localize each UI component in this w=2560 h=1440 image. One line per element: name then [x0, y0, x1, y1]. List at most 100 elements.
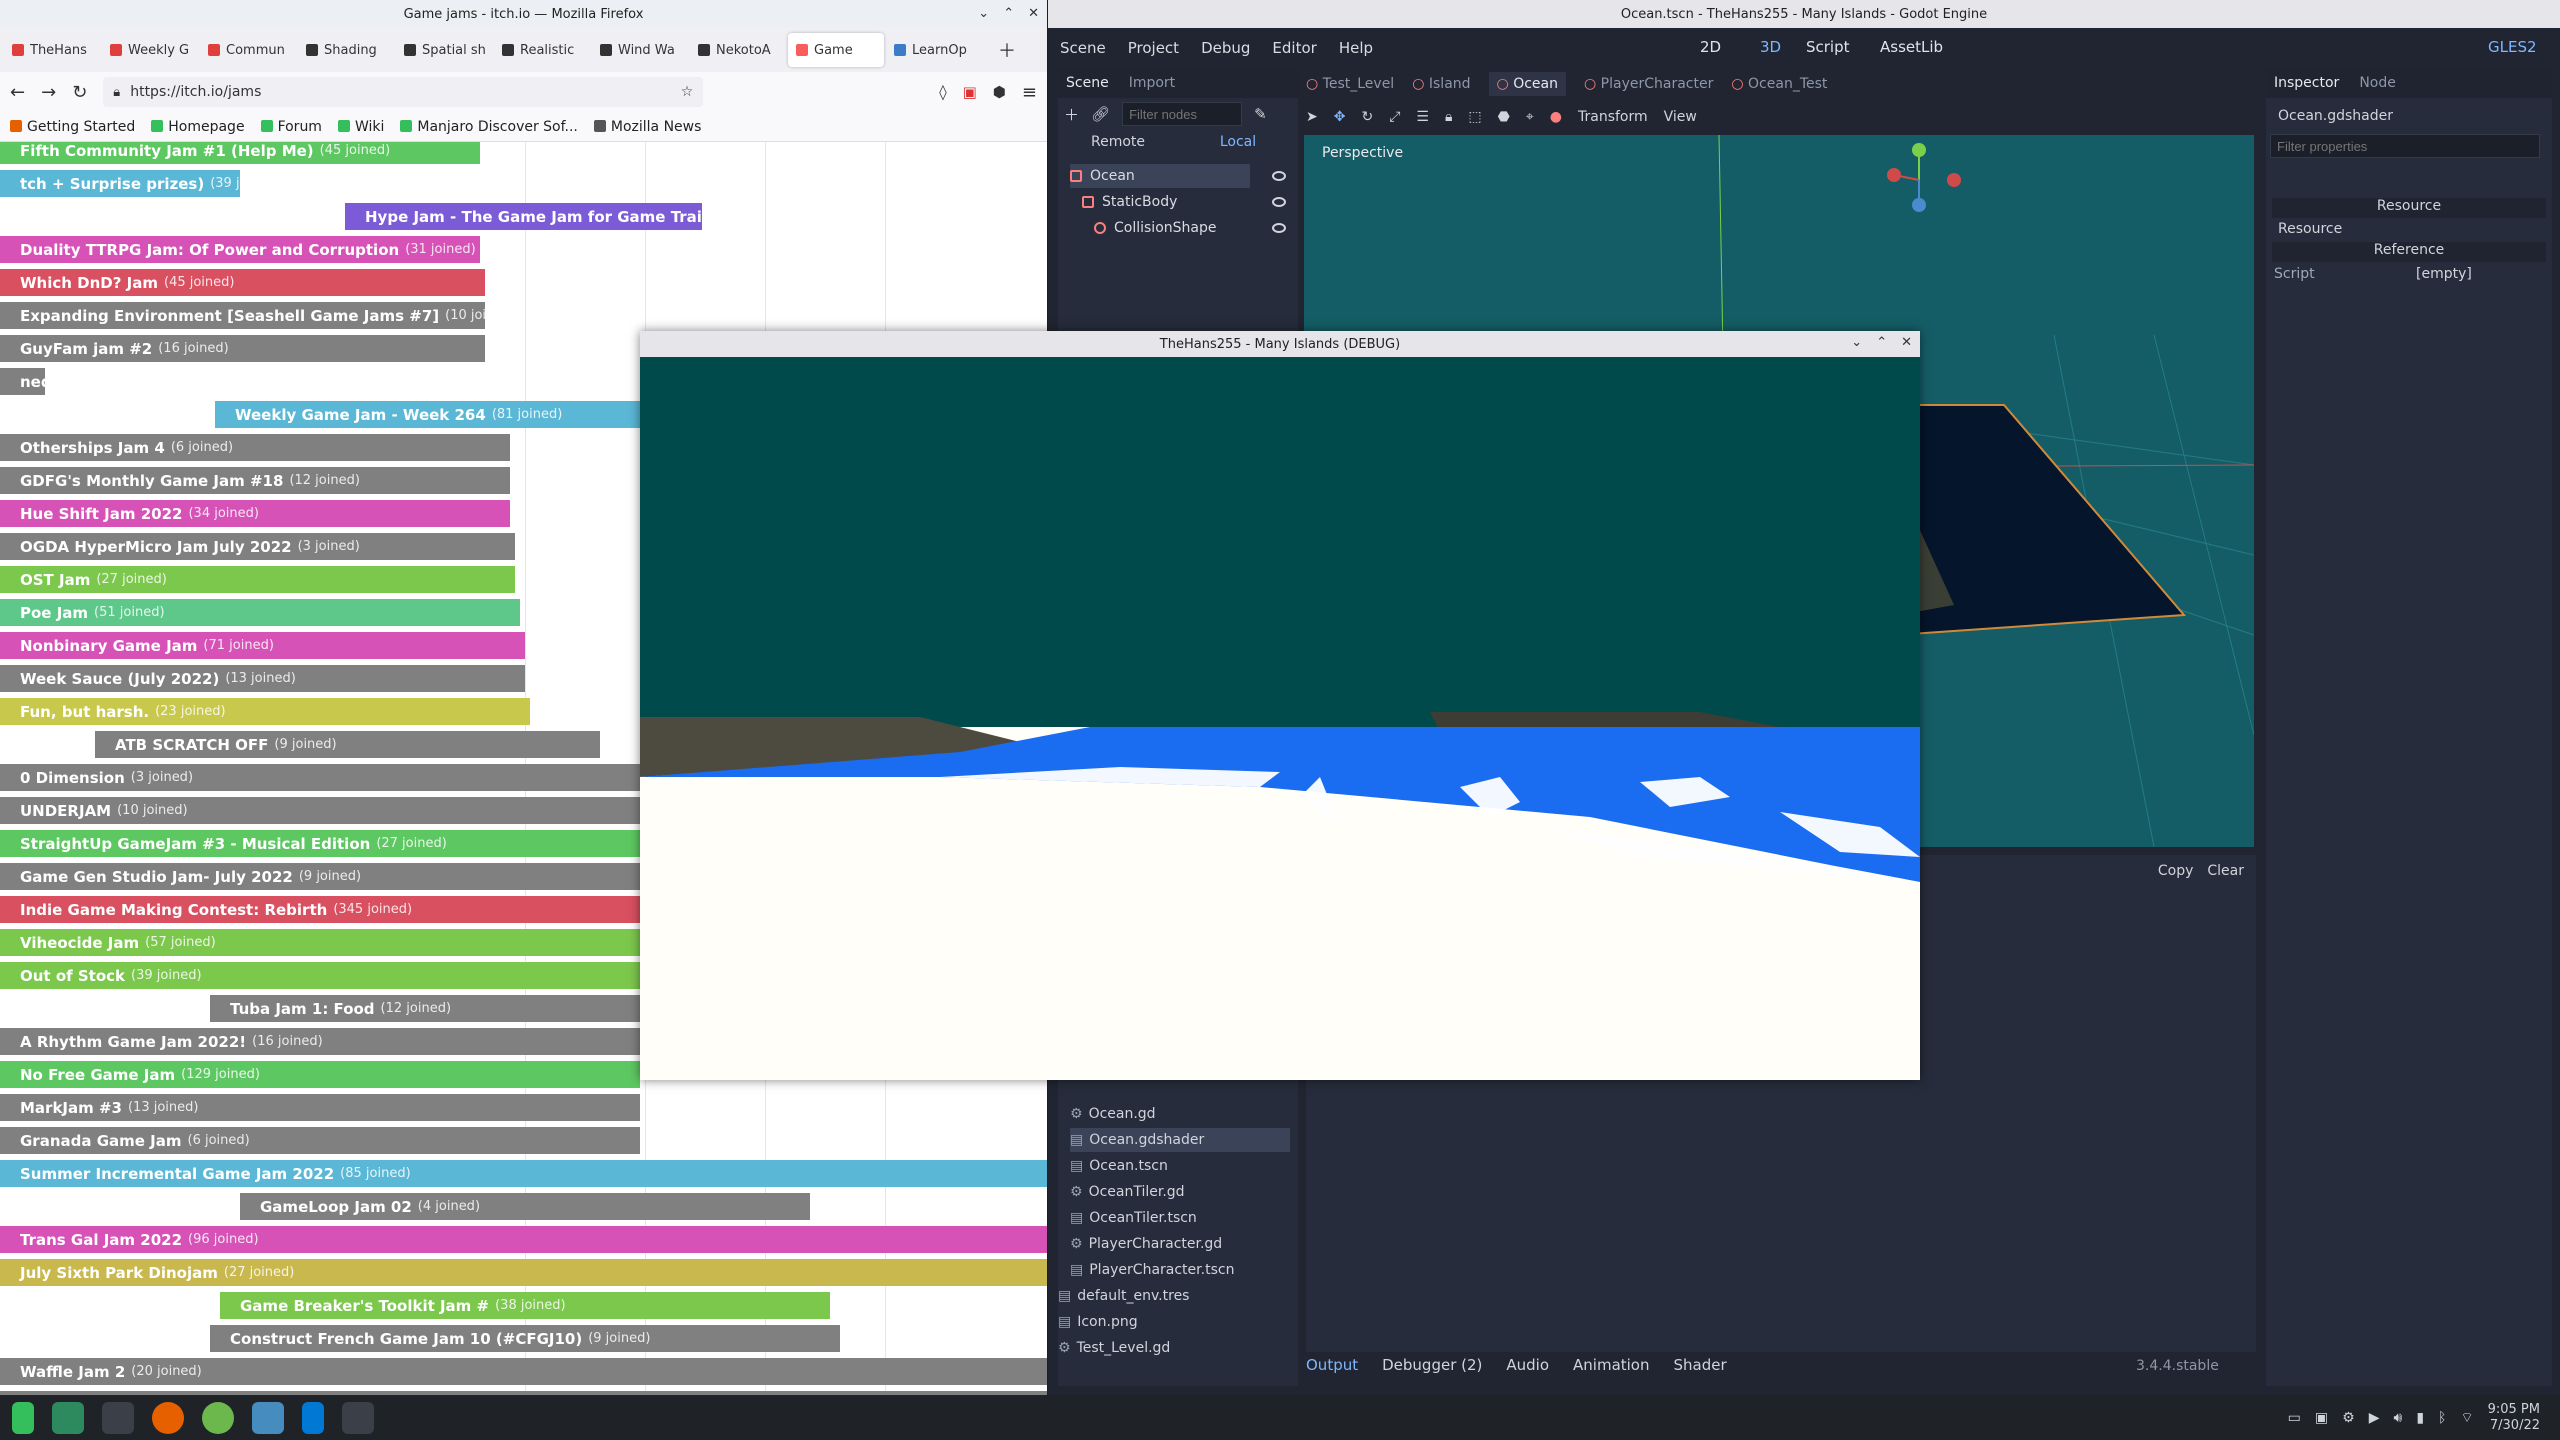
lock-node-icon[interactable]: 🔒︎ [1445, 109, 1452, 125]
clear-button[interactable]: Clear [2207, 863, 2244, 879]
bookmark-item[interactable]: Wiki [337, 119, 384, 135]
bookmark-item[interactable]: Mozilla News [593, 119, 701, 135]
bottom-tab[interactable]: Audio [1506, 1356, 1549, 1374]
jam-bar[interactable]: Viheocide Jam (57 joined) [0, 929, 640, 956]
bookmark-item[interactable]: Manjaro Discover Sof... [400, 119, 578, 135]
bookmark-item[interactable]: Forum [260, 119, 322, 135]
list-icon[interactable]: ☰ [1416, 109, 1429, 125]
bookmark-item[interactable]: Getting Started [10, 119, 135, 135]
jam-bar[interactable]: ned) [0, 368, 45, 395]
scene-tree-node[interactable]: CollisionShape [1094, 216, 1216, 240]
bookmark-star-icon[interactable]: ☆ [681, 84, 694, 100]
file-item[interactable]: ▤ Ocean.tscn [1070, 1154, 1168, 1178]
editor-tab[interactable]: ○ Ocean [1488, 72, 1566, 96]
jam-bar[interactable]: MarkJam #3 (13 joined) [0, 1094, 640, 1121]
mode-2d[interactable]: 2D [1700, 38, 1721, 56]
jam-bar[interactable]: Fun, but harsh. (23 joined) [0, 698, 530, 725]
subsection-resource[interactable]: Resource [2278, 221, 2342, 237]
tab-node[interactable]: Node [2359, 75, 2396, 91]
scene-tree-node[interactable]: StaticBody [1082, 190, 1177, 214]
settings-icon[interactable]: ⚙ [2342, 1410, 2355, 1426]
jam-bar[interactable]: UNDERJAM (10 joined) [0, 797, 640, 824]
bookmark-item[interactable]: Homepage [151, 119, 245, 135]
section-resource[interactable]: Resource [2272, 198, 2546, 218]
jam-bar[interactable]: Duality TTRPG Jam: Of Power and Corrupti… [0, 236, 480, 263]
extensions-icon[interactable]: ⬢ [993, 83, 1006, 101]
local-button[interactable]: Local [1178, 134, 1298, 158]
reload-icon[interactable]: ↻ [72, 82, 87, 103]
bottom-tab[interactable]: Debugger (2) [1382, 1356, 1482, 1374]
link-icon[interactable]: 🔗︎ [1091, 105, 1110, 123]
updater-icon[interactable] [202, 1401, 234, 1434]
bottom-tab[interactable]: Animation [1573, 1356, 1649, 1374]
jam-bar[interactable]: GDFG's Monthly Game Jam #18 (12 joined) [0, 467, 510, 494]
browser-tab[interactable]: Wind Wa [592, 33, 688, 67]
browser-tab[interactable]: NekotoA [690, 33, 786, 67]
add-node-icon[interactable]: ＋ [1064, 104, 1079, 125]
file-item[interactable]: ▤ Icon.png [1058, 1310, 1138, 1334]
browser-tab[interactable]: Spatial sh [396, 33, 492, 67]
view-menu[interactable]: View [1664, 109, 1697, 125]
game-scene[interactable] [640, 357, 1920, 1080]
move-icon[interactable]: ✥ [1334, 109, 1346, 125]
jam-bar[interactable]: OST Jam (27 joined) [0, 566, 515, 593]
jam-bar[interactable]: GameLoop Jam 02 (4 joined) [240, 1193, 810, 1220]
close-button[interactable]: ✕ [1028, 6, 1039, 21]
jam-bar[interactable]: Fifth Community Jam #1 (Help Me) (45 join… [0, 142, 480, 164]
back-icon[interactable]: ← [10, 82, 25, 103]
minimize-button[interactable]: ⌄ [1851, 335, 1862, 350]
section-reference[interactable]: Reference [2272, 242, 2546, 262]
editor-tab[interactable]: ○ Island [1412, 76, 1470, 92]
media-icon[interactable]: ▶ [2369, 1410, 2380, 1426]
select-icon[interactable]: ➤ [1306, 109, 1318, 125]
rotate-icon[interactable]: ↻ [1361, 109, 1373, 125]
jam-bar[interactable]: Summer Incremental Game Jam 2022 (85 join… [0, 1160, 1047, 1187]
scale-icon[interactable]: ⤢ [1389, 109, 1400, 125]
jam-bar[interactable]: July Sixth Park Dinojam (27 joined) [0, 1259, 1047, 1286]
jam-bar[interactable]: No Free Game Jam (129 joined) [0, 1061, 640, 1088]
view-gizmo[interactable] [1874, 140, 1964, 220]
jam-bar[interactable]: Construct French Game Jam 10 (#CFGJ10) (9… [210, 1325, 840, 1352]
browser-tab[interactable]: TheHans [4, 33, 100, 67]
maximize-button[interactable]: ⌃ [1876, 335, 1887, 350]
menu-project[interactable]: Project [1128, 39, 1179, 57]
jam-bar[interactable]: A Rhythm Game Jam 2022! (16 joined) [0, 1028, 640, 1055]
visibility-icon[interactable] [1272, 171, 1286, 181]
visibility-icon[interactable] [1272, 197, 1286, 207]
scene-tree-node[interactable]: Ocean [1070, 164, 1250, 188]
file-item[interactable]: ⚙ PlayerCharacter.gd [1070, 1232, 1222, 1256]
jam-bar[interactable]: Trans Gal Jam 2022 (96 joined) [0, 1226, 1047, 1253]
browser-tab[interactable]: Game [788, 33, 884, 67]
script-icon[interactable]: ✎ [1254, 105, 1267, 123]
file-item[interactable]: ▤ PlayerCharacter.tscn [1070, 1258, 1234, 1282]
file-item[interactable]: ▤ default_env.tres [1058, 1284, 1189, 1308]
desktop-icon[interactable]: ▭ [2288, 1410, 2301, 1426]
jam-bar[interactable]: Poe Jam (51 joined) [0, 599, 520, 626]
inspector-resource-name[interactable]: Ocean.gdshader [2278, 108, 2393, 124]
tab-scene[interactable]: Scene [1066, 75, 1109, 91]
tab-import[interactable]: Import [1129, 75, 1175, 91]
jam-bar[interactable]: GuyFam jam #2 (16 joined) [0, 335, 485, 362]
file-manager-icon[interactable] [52, 1401, 84, 1434]
jam-bar[interactable]: Out of Stock (39 joined) [0, 962, 640, 989]
file-item[interactable]: ⚙ Test_Level.gd [1058, 1336, 1170, 1360]
file-item[interactable]: ▤ Ocean.gdshader [1070, 1128, 1290, 1152]
menu-icon[interactable]: ≡ [1022, 82, 1037, 103]
file-item[interactable]: ⚙ OceanTiler.gd [1070, 1180, 1185, 1204]
jam-bar[interactable]: Which DnD? Jam (45 joined) [0, 269, 485, 296]
jam-bar[interactable]: Indie Game Making Contest: Rebirth (345 j… [0, 896, 640, 923]
renderer-select[interactable]: GLES2 [2488, 38, 2537, 56]
wifi-icon[interactable]: ⌔ [2460, 1409, 2473, 1427]
browser-tab[interactable]: Commun [200, 33, 296, 67]
perspective-label[interactable]: Perspective [1322, 145, 1403, 161]
jam-bar[interactable]: Nonbinary Game Jam (71 joined) [0, 632, 525, 659]
bluetooth-icon[interactable]: ᛒ [2438, 1410, 2446, 1426]
app-menu-icon[interactable] [12, 1401, 34, 1434]
jam-bar[interactable]: StraightUp GameJam #3 - Musical Edition (… [0, 830, 640, 857]
pocket-icon[interactable]: ◊ [939, 83, 946, 101]
bottom-tab[interactable]: Shader [1674, 1356, 1727, 1374]
godot-icon[interactable] [252, 1401, 284, 1434]
menu-help[interactable]: Help [1339, 39, 1373, 57]
mode-script[interactable]: Script [1806, 38, 1850, 56]
browser-tab[interactable]: Realistic [494, 33, 590, 67]
